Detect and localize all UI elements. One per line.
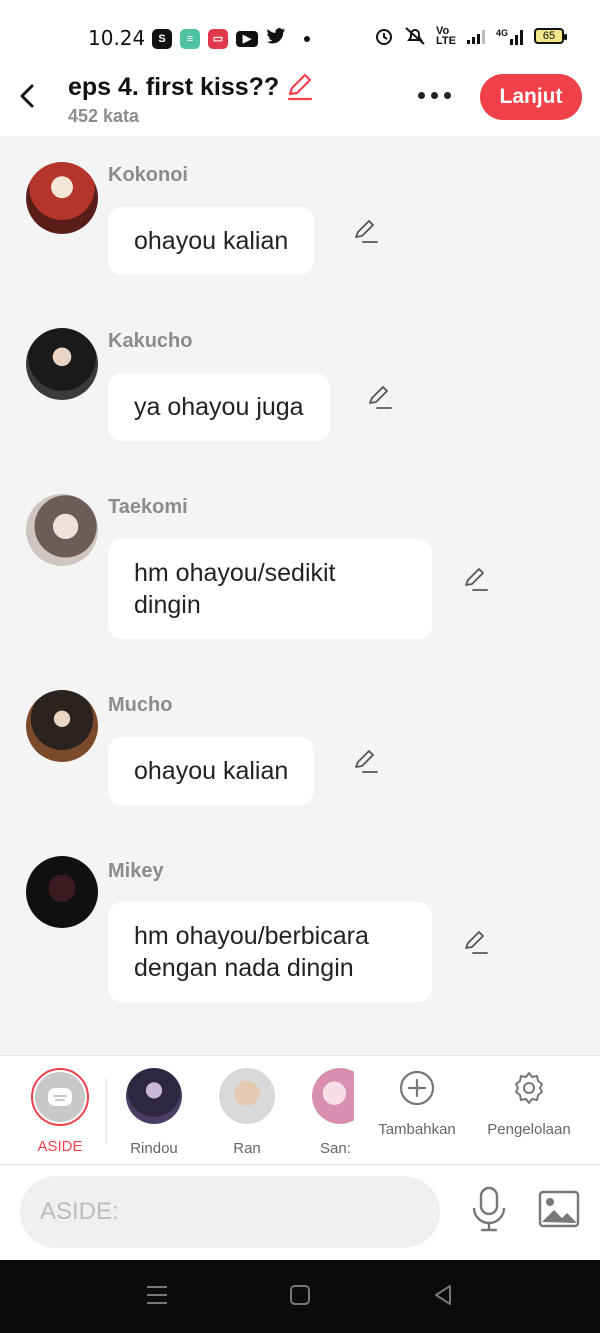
system-navigation-bar (0, 1260, 600, 1333)
next-button[interactable]: Lanjut (480, 74, 582, 120)
character-selector: ASIDE Rindou Ran San: Tambahkan Pengelol… (0, 1055, 600, 1165)
message-bubble[interactable]: hm ohayou/berbicara dengan nada dingin (108, 902, 432, 1002)
4g-signal-icon: 4G (496, 28, 523, 45)
more-options-icon[interactable] (418, 92, 451, 99)
home-nav-icon[interactable] (289, 1284, 311, 1306)
microphone-icon[interactable] (470, 1186, 508, 1232)
status-bar: 10.24 S ≡ ▭ ▶ Vo LTE 4G 65 (0, 0, 600, 64)
aside-avatar (31, 1068, 89, 1126)
speaker-name: Mikey (108, 860, 164, 882)
add-character-button[interactable]: Tambahkan (376, 1070, 458, 1138)
menu-nav-icon[interactable] (146, 1284, 168, 1306)
speaker-name: Kakucho (108, 330, 193, 352)
edit-message-icon[interactable] (463, 930, 489, 956)
back-arrow-icon[interactable] (14, 82, 42, 110)
character-label: Rindou (130, 1140, 178, 1157)
avatar-mucho[interactable] (26, 690, 98, 762)
divider (106, 1078, 107, 1144)
speaker-name: Taekomi (108, 496, 188, 518)
character-aside[interactable]: ASIDE (20, 1068, 100, 1155)
avatar-rindou (126, 1068, 182, 1124)
character-ran[interactable]: Ran (207, 1068, 287, 1157)
avatar-ran (219, 1068, 275, 1124)
youtube-icon: ▶ (236, 30, 258, 47)
alarm-icon (376, 29, 393, 45)
avatar-kokonoi[interactable] (26, 162, 98, 234)
character-label: Ran (233, 1140, 261, 1157)
character-rindou[interactable]: Rindou (114, 1068, 194, 1157)
title-row: eps 4. first kiss?? (68, 72, 315, 102)
message-bubble[interactable]: hm ohayou/sedikit dingin (108, 539, 432, 639)
edit-title-icon[interactable] (285, 72, 315, 102)
battery-indicator: 65 (534, 28, 567, 44)
edit-message-icon[interactable] (463, 567, 489, 593)
message-bubble[interactable]: ohayou kalian (108, 207, 315, 275)
add-label: Tambahkan (378, 1121, 456, 1138)
composer (0, 1166, 600, 1260)
manage-label: Pengelolaan (487, 1121, 571, 1138)
message-input[interactable] (20, 1176, 440, 1248)
editor-header: eps 4. first kiss?? 452 kata Lanjut (0, 64, 600, 136)
mute-icon (405, 27, 425, 45)
character-san[interactable]: San: (294, 1068, 354, 1157)
status-time: 10.24 (88, 26, 146, 50)
status-app-icons: S ≡ ▭ ▶ (152, 27, 310, 50)
gear-icon (515, 1072, 543, 1104)
character-label: San: (320, 1140, 351, 1157)
signal-icon (467, 30, 485, 44)
image-icon[interactable] (538, 1190, 580, 1228)
avatar-kakucho[interactable] (26, 328, 98, 400)
edit-message-icon[interactable] (367, 385, 393, 411)
chat-bubble-icon (48, 1088, 72, 1106)
add-circle-icon (399, 1070, 435, 1106)
volte-icon: Vo LTE (436, 25, 456, 47)
message-bubble[interactable]: ya ohayou juga (108, 373, 330, 441)
avatar-mikey[interactable] (26, 856, 98, 928)
app-green-icon: ≡ (180, 28, 200, 49)
svg-text:4G: 4G (496, 28, 508, 38)
manage-characters-button[interactable]: Pengelolaan (486, 1070, 572, 1138)
notification-dot (304, 35, 310, 42)
speaker-name: Kokonoi (108, 164, 188, 186)
edit-message-icon[interactable] (353, 219, 379, 245)
shopee-icon: S (152, 28, 172, 49)
avatar-taekomi[interactable] (26, 494, 98, 566)
twitter-icon (266, 27, 286, 50)
episode-title[interactable]: eps 4. first kiss?? (68, 73, 279, 102)
message-bubble[interactable]: ohayou kalian (108, 737, 315, 805)
edit-message-icon[interactable] (353, 749, 379, 775)
word-count: 452 kata (68, 106, 140, 126)
back-nav-icon[interactable] (432, 1284, 454, 1306)
avatar-san (312, 1068, 354, 1124)
status-system-icons: Vo LTE 4G 65 (374, 25, 567, 47)
character-label: ASIDE (37, 1138, 83, 1155)
app-red-icon: ▭ (208, 28, 228, 49)
speaker-name: Mucho (108, 694, 173, 716)
